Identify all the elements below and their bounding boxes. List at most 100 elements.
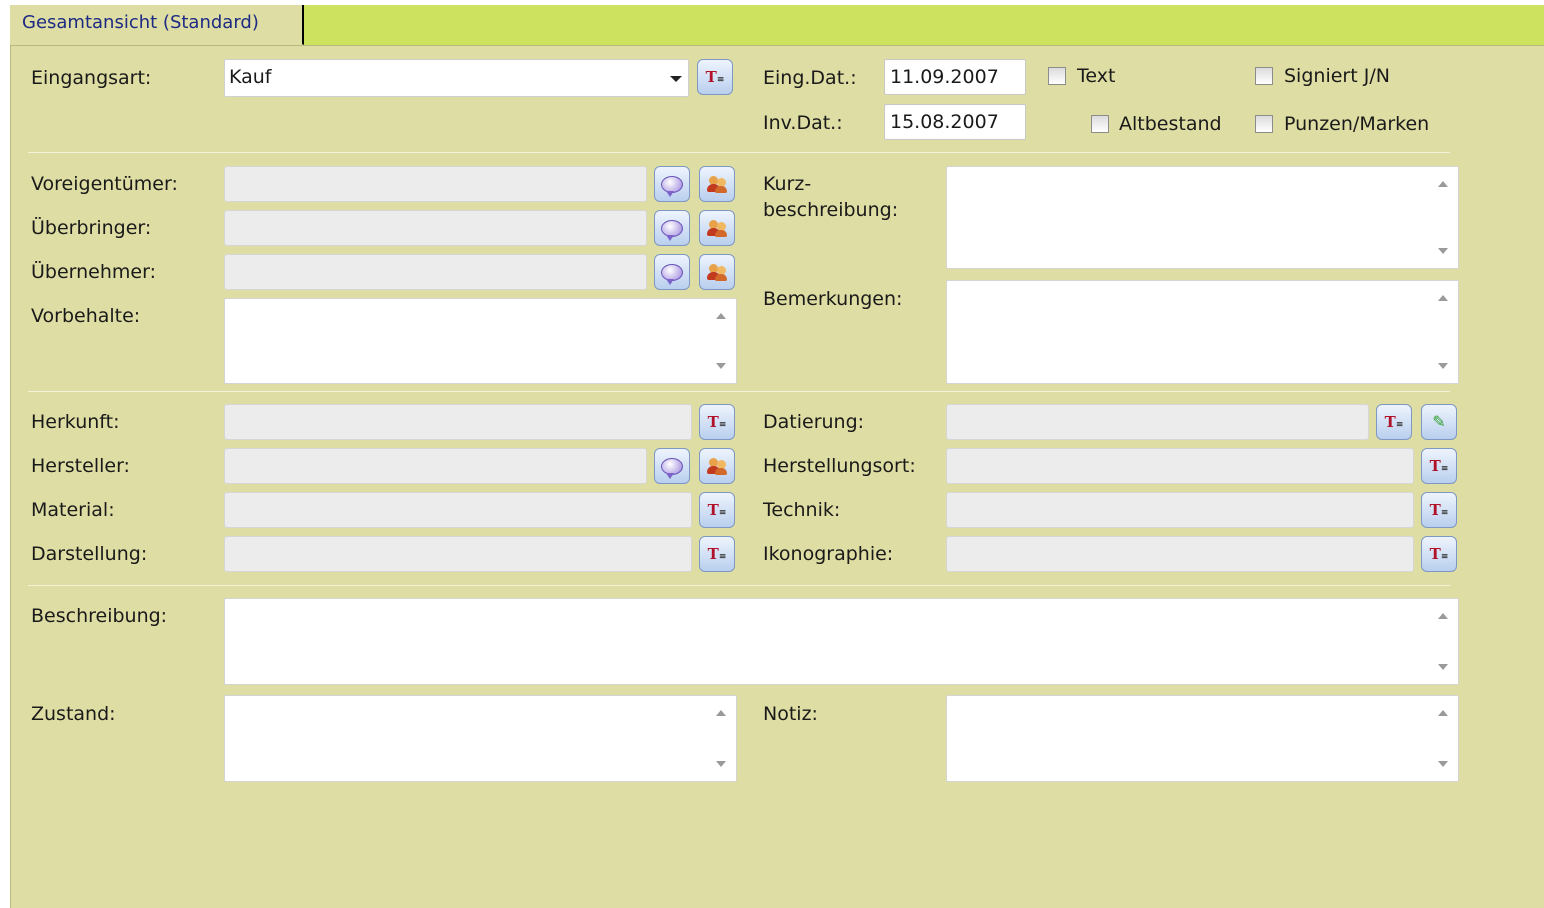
scrollbar[interactable] bbox=[1430, 167, 1458, 268]
scrollbar[interactable] bbox=[1430, 281, 1458, 383]
scroll-down-icon bbox=[1438, 761, 1448, 767]
eingangsart-value: Kauf bbox=[229, 66, 272, 88]
material-field[interactable] bbox=[224, 492, 692, 528]
zustand-label: Zustand: bbox=[31, 703, 116, 725]
text-list-icon: T≡ bbox=[707, 500, 727, 519]
voreigentuemer-field[interactable] bbox=[224, 166, 647, 202]
herkunft-field[interactable] bbox=[224, 404, 692, 440]
text-list-icon: T≡ bbox=[1429, 500, 1449, 519]
ikonographie-field[interactable] bbox=[946, 536, 1414, 572]
ueberbringer-label: Überbringer: bbox=[31, 217, 152, 239]
kurzbeschreibung-memo[interactable] bbox=[946, 166, 1459, 269]
eingdat-label: Eing.Dat.: bbox=[763, 67, 857, 89]
bemerkungen-memo[interactable] bbox=[946, 280, 1459, 384]
material-list-button[interactable]: T≡ bbox=[699, 492, 735, 528]
uebernehmer-field[interactable] bbox=[224, 254, 647, 290]
text-checkbox[interactable] bbox=[1048, 67, 1066, 85]
separator bbox=[28, 152, 1450, 153]
material-label: Material: bbox=[31, 499, 115, 521]
scroll-down-icon bbox=[1438, 363, 1448, 369]
speech-bubble-icon bbox=[661, 263, 683, 285]
voreigentuemer-chat-button[interactable] bbox=[654, 166, 690, 202]
eingdat-field[interactable]: 11.09.2007 bbox=[884, 59, 1026, 95]
herstellungsort-list-button[interactable]: T≡ bbox=[1421, 448, 1457, 484]
herkunft-label: Herkunft: bbox=[31, 411, 120, 433]
scroll-up-icon bbox=[716, 710, 726, 716]
scroll-up-icon bbox=[1438, 295, 1448, 301]
voreigentuemer-person-button[interactable] bbox=[699, 166, 735, 202]
separator bbox=[28, 585, 1450, 586]
invdat-field[interactable]: 15.08.2007 bbox=[884, 104, 1026, 140]
herstellungsort-field[interactable] bbox=[946, 448, 1414, 484]
uebernehmer-label: Übernehmer: bbox=[31, 261, 156, 283]
text-list-icon: T≡ bbox=[707, 412, 727, 431]
scrollbar[interactable] bbox=[708, 299, 736, 383]
scroll-down-icon bbox=[1438, 664, 1448, 670]
invdat-value: 15.08.2007 bbox=[890, 111, 999, 133]
darstellung-list-button[interactable]: T≡ bbox=[699, 536, 735, 572]
datierung-list-button[interactable]: T≡ bbox=[1376, 404, 1412, 440]
persons-icon bbox=[707, 457, 727, 475]
hersteller-label: Hersteller: bbox=[31, 455, 130, 477]
tab-bar: Gesamtansicht (Standard) bbox=[10, 5, 1544, 45]
ueberbringer-chat-button[interactable] bbox=[654, 210, 690, 246]
datierung-edit-button[interactable]: ✎ bbox=[1421, 404, 1457, 440]
eingangsart-label: Eingangsart: bbox=[31, 67, 152, 89]
beschreibung-label: Beschreibung: bbox=[31, 605, 168, 627]
datierung-label: Datierung: bbox=[763, 411, 865, 433]
altbestand-checkbox-label: Altbestand bbox=[1119, 113, 1222, 135]
uebernehmer-person-button[interactable] bbox=[699, 254, 735, 290]
scrollbar[interactable] bbox=[708, 696, 736, 781]
herkunft-list-button[interactable]: T≡ bbox=[699, 404, 735, 440]
persons-icon bbox=[707, 219, 727, 237]
punzen-checkbox-label: Punzen/Marken bbox=[1284, 113, 1430, 135]
vorbehalte-memo[interactable] bbox=[224, 298, 737, 384]
eingdat-value: 11.09.2007 bbox=[890, 66, 999, 88]
ikonographie-label: Ikonographie: bbox=[763, 543, 894, 565]
punzen-checkbox[interactable] bbox=[1255, 115, 1273, 133]
altbestand-checkbox[interactable] bbox=[1091, 115, 1109, 133]
persons-icon bbox=[707, 175, 727, 193]
speech-bubble-icon bbox=[661, 175, 683, 197]
darstellung-field[interactable] bbox=[224, 536, 692, 572]
ueberbringer-person-button[interactable] bbox=[699, 210, 735, 246]
eingangsart-select[interactable]: Kauf bbox=[224, 59, 689, 97]
technik-list-button[interactable]: T≡ bbox=[1421, 492, 1457, 528]
scroll-down-icon bbox=[716, 761, 726, 767]
tab-label: Gesamtansicht (Standard) bbox=[22, 12, 259, 33]
scroll-down-icon bbox=[716, 363, 726, 369]
bemerkungen-label: Bemerkungen: bbox=[763, 288, 903, 310]
ueberbringer-field[interactable] bbox=[224, 210, 647, 246]
hersteller-person-button[interactable] bbox=[699, 448, 735, 484]
text-list-icon: T≡ bbox=[705, 67, 725, 86]
voreigentuemer-label: Voreigentümer: bbox=[31, 173, 178, 195]
notiz-label: Notiz: bbox=[763, 703, 818, 725]
uebernehmer-chat-button[interactable] bbox=[654, 254, 690, 290]
signiert-checkbox[interactable] bbox=[1255, 67, 1273, 85]
chevron-down-icon[interactable] bbox=[670, 76, 682, 82]
text-list-icon: T≡ bbox=[1429, 544, 1449, 563]
speech-bubble-icon bbox=[661, 219, 683, 241]
hersteller-chat-button[interactable] bbox=[654, 448, 690, 484]
form-panel: Eingangsart: Kauf T≡ Eing.Dat.: 11.09.20… bbox=[10, 45, 1544, 908]
scroll-up-icon bbox=[1438, 710, 1448, 716]
technik-field[interactable] bbox=[946, 492, 1414, 528]
text-checkbox-label: Text bbox=[1077, 65, 1116, 87]
herstellungsort-label: Herstellungsort: bbox=[763, 455, 916, 477]
scroll-up-icon bbox=[716, 313, 726, 319]
scrollbar[interactable] bbox=[1430, 696, 1458, 781]
text-list-icon: T≡ bbox=[707, 544, 727, 563]
zustand-memo[interactable] bbox=[224, 695, 737, 782]
vorbehalte-label: Vorbehalte: bbox=[31, 305, 141, 327]
hersteller-field[interactable] bbox=[224, 448, 647, 484]
eingangsart-list-button[interactable]: T≡ bbox=[697, 59, 733, 95]
scrollbar[interactable] bbox=[1430, 599, 1458, 684]
datierung-field[interactable] bbox=[946, 404, 1369, 440]
notiz-memo[interactable] bbox=[946, 695, 1459, 782]
technik-label: Technik: bbox=[763, 499, 841, 521]
tab-gesamtansicht[interactable]: Gesamtansicht (Standard) bbox=[10, 5, 304, 45]
pencil-icon: ✎ bbox=[1432, 412, 1446, 431]
beschreibung-memo[interactable] bbox=[224, 598, 1459, 685]
signiert-checkbox-label: Signiert J/N bbox=[1284, 65, 1390, 87]
ikonographie-list-button[interactable]: T≡ bbox=[1421, 536, 1457, 572]
